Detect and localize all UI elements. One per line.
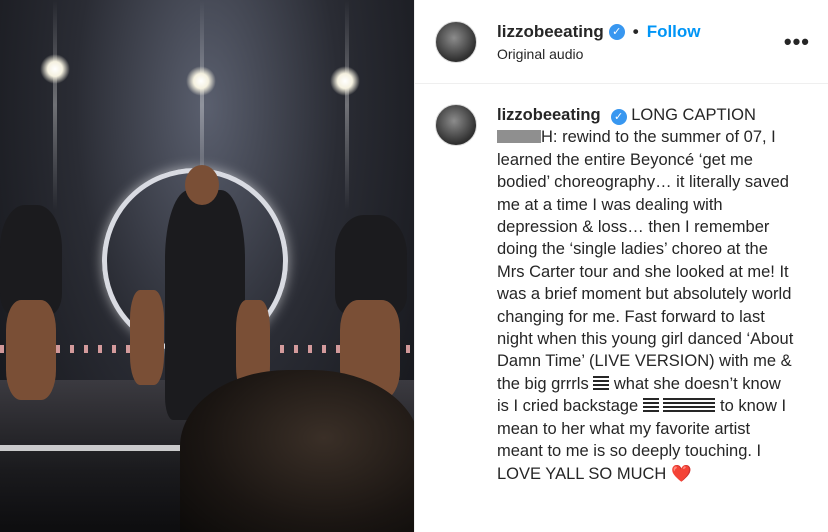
post-header: lizzobeeating ✓ • Follow Original audio … (415, 0, 828, 84)
original-audio-link[interactable]: Original audio (497, 46, 784, 62)
stage-light (330, 66, 360, 96)
emoji-icon (593, 375, 610, 390)
emoji-icon (642, 398, 659, 413)
more-options-icon[interactable]: ••• (784, 29, 810, 55)
verified-badge-icon: ✓ (608, 23, 625, 40)
instagram-post: lizzobeeating ✓ • Follow Original audio … (0, 0, 828, 532)
audience-member (180, 370, 414, 532)
heart-emoji-icon: ❤️ (670, 464, 692, 483)
header-row: lizzobeeating ✓ • Follow (497, 22, 784, 42)
stage-light-beam (53, 0, 57, 210)
avatar[interactable] (435, 20, 477, 63)
stage-light (186, 66, 216, 96)
follow-button[interactable]: Follow (647, 22, 701, 42)
caption-text: lizzobeeating ✓ LONG CAPTION H: rewind to… (497, 104, 797, 485)
dancer-left-legs (6, 300, 56, 400)
post-video[interactable] (0, 0, 414, 532)
username-link[interactable]: lizzobeeating (497, 22, 604, 42)
caption-username-link[interactable]: lizzobeeating (497, 106, 601, 124)
performer-head (185, 165, 219, 205)
dancer-back-left (130, 290, 164, 385)
caption-intro: LONG CAPTION (631, 106, 756, 124)
caption-body-1: H: rewind to the summer of 07, I learned… (497, 128, 794, 393)
caption-avatar[interactable] (435, 104, 477, 146)
verified-badge-icon: ✓ (610, 109, 627, 125)
stage-light-beam (345, 0, 349, 210)
dancer-left (0, 205, 62, 315)
redacted-word (497, 130, 541, 144)
separator-dot: • (632, 21, 639, 41)
stage-light (40, 54, 70, 84)
post-sidebar: lizzobeeating ✓ • Follow Original audio … (414, 0, 828, 532)
emoji-icon (663, 398, 716, 413)
caption: lizzobeeating ✓ LONG CAPTION H: rewind to… (415, 84, 828, 485)
header-meta: lizzobeeating ✓ • Follow Original audio (497, 22, 784, 62)
